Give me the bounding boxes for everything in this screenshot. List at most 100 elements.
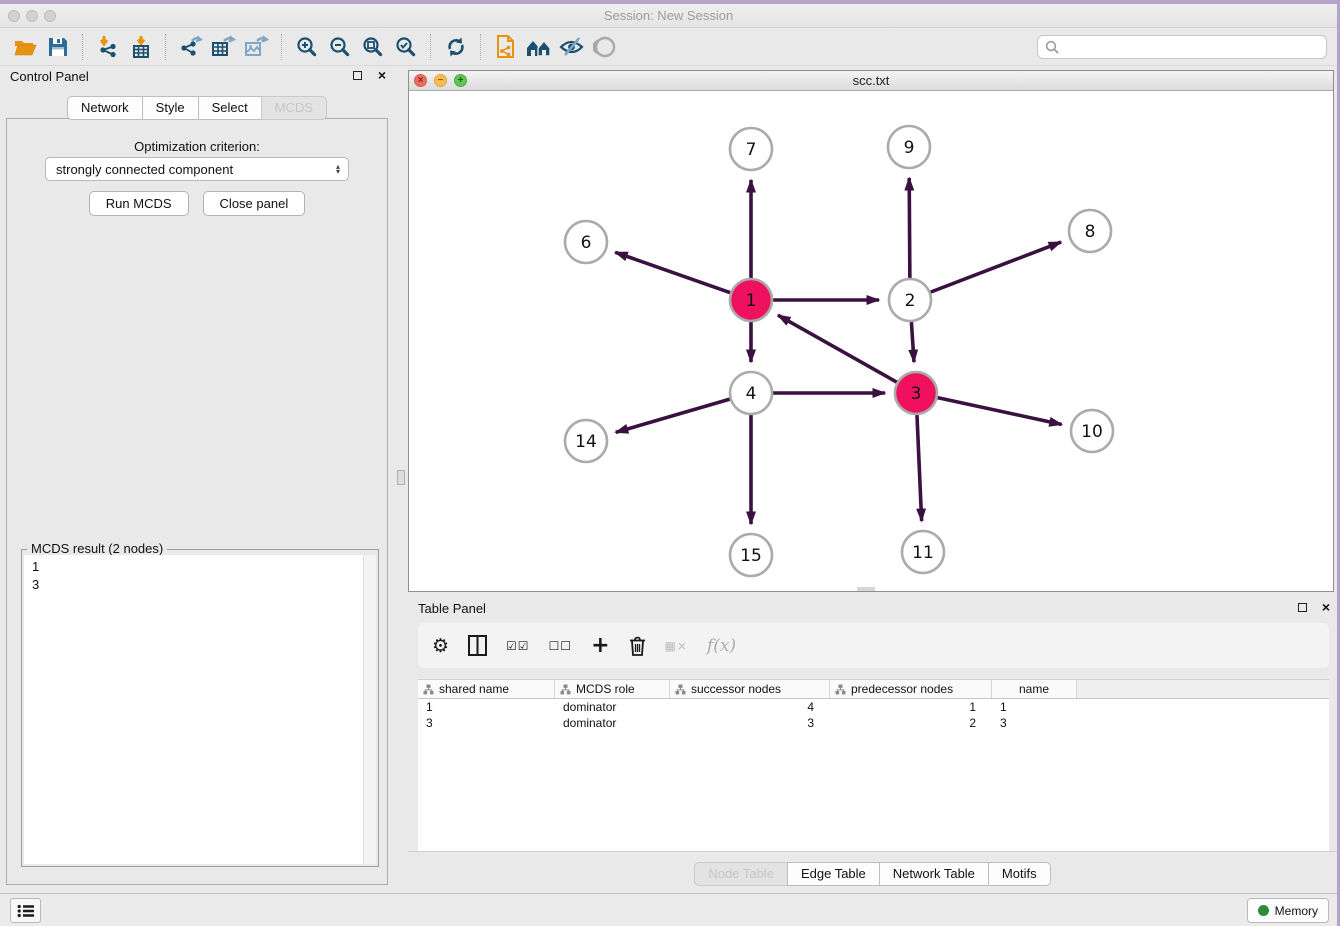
run-mcds-button[interactable]: Run MCDS xyxy=(89,191,189,216)
graph-node-3[interactable]: 3 xyxy=(895,372,937,414)
graph-node-4[interactable]: 4 xyxy=(730,372,772,414)
column-header-predecessor-nodes[interactable]: predecessor nodes xyxy=(830,680,992,698)
zoom-selected-icon[interactable] xyxy=(389,32,422,62)
close-panel-button[interactable]: Close panel xyxy=(203,191,306,216)
memory-button[interactable]: Memory xyxy=(1247,898,1329,923)
column-header-successor-nodes[interactable]: successor nodes xyxy=(670,680,830,698)
export-network-icon[interactable] xyxy=(174,32,207,62)
graph-node-14[interactable]: 14 xyxy=(565,420,607,462)
graph-edge-3-11[interactable] xyxy=(917,415,922,521)
canvas-resize-grip[interactable] xyxy=(857,587,875,591)
result-scrollbar[interactable] xyxy=(363,555,376,864)
add-column-icon[interactable]: + xyxy=(591,633,609,658)
vertical-splitter[interactable] xyxy=(394,64,408,893)
graph-edge-3-1[interactable] xyxy=(778,315,897,382)
close-table-panel-icon[interactable]: × xyxy=(1322,599,1330,615)
control-panel-title: Control Panel xyxy=(10,69,89,84)
table-settings-gear-icon[interactable]: ⚙ xyxy=(432,635,449,657)
export-table-icon[interactable] xyxy=(207,32,240,62)
select-all-icon[interactable]: ☑☑ xyxy=(506,639,530,653)
cell-successor-nodes[interactable]: 4 xyxy=(670,700,830,714)
minimize-view-icon[interactable]: − xyxy=(434,74,447,87)
cell-shared-name[interactable]: 3 xyxy=(418,716,555,730)
search-icon xyxy=(1045,40,1059,54)
hide-panel-icon[interactable] xyxy=(555,32,588,62)
mcds-panel-body: Optimization criterion: strongly connect… xyxy=(6,118,388,885)
graph-node-11[interactable]: 11 xyxy=(902,531,944,573)
optimization-criterion-select[interactable]: strongly connected component ▴▾ xyxy=(45,157,349,181)
result-line: 1 xyxy=(32,558,368,576)
zoom-fit-icon[interactable] xyxy=(356,32,389,62)
cell-name[interactable]: 1 xyxy=(992,700,1077,714)
network-canvas[interactable]: 7 9 6 8 1 2 4 3 14 10 15 11 xyxy=(409,91,1333,591)
float-table-panel-icon[interactable] xyxy=(1298,603,1307,612)
float-panel-icon[interactable] xyxy=(353,71,362,80)
maximize-window-icon[interactable] xyxy=(44,10,56,22)
graph-node-2[interactable]: 2 xyxy=(889,279,931,321)
cell-successor-nodes[interactable]: 3 xyxy=(670,716,830,730)
graph-edge-3-10[interactable] xyxy=(938,398,1062,425)
delete-trash-icon[interactable] xyxy=(629,636,646,656)
table-tab-node-table[interactable]: Node Table xyxy=(694,862,788,886)
preview-icon[interactable] xyxy=(588,32,621,62)
clone-network-icon[interactable] xyxy=(489,32,522,62)
graph-edge-4-14[interactable] xyxy=(616,399,730,432)
table-tab-edge-table[interactable]: Edge Table xyxy=(787,862,880,886)
import-table-icon[interactable] xyxy=(124,32,157,62)
save-session-icon[interactable] xyxy=(41,32,74,62)
column-header-name[interactable]: name xyxy=(992,680,1077,698)
mcds-result-textarea[interactable]: 13 xyxy=(24,555,376,864)
function-builder-icon[interactable]: f(x) xyxy=(707,636,736,656)
export-image-icon[interactable] xyxy=(240,32,273,62)
cell-shared-name[interactable]: 1 xyxy=(418,700,555,714)
svg-text:10: 10 xyxy=(1081,422,1103,442)
delete-table-icon[interactable]: ▦× xyxy=(665,639,688,653)
refresh-icon[interactable] xyxy=(439,32,472,62)
close-panel-icon[interactable]: × xyxy=(378,67,386,83)
maximize-view-icon[interactable]: + xyxy=(454,74,467,87)
tab-select[interactable]: Select xyxy=(198,96,262,120)
import-network-icon[interactable] xyxy=(91,32,124,62)
zoom-out-icon[interactable] xyxy=(323,32,356,62)
cell-mcds-role[interactable]: dominator xyxy=(555,716,670,730)
tab-network[interactable]: Network xyxy=(67,96,143,120)
column-header-mcds-role[interactable]: MCDS role xyxy=(555,680,670,698)
graph-edge-1-6[interactable] xyxy=(615,252,730,292)
column-header-shared-name[interactable]: shared name xyxy=(418,680,555,698)
search-field[interactable] xyxy=(1037,35,1327,59)
table-row[interactable]: 1dominator411 xyxy=(418,699,1329,715)
cell-predecessor-nodes[interactable]: 1 xyxy=(830,700,992,714)
graph-node-1[interactable]: 1 xyxy=(730,279,772,321)
graph-node-8[interactable]: 8 xyxy=(1069,210,1111,252)
splitter-grip[interactable] xyxy=(397,470,405,485)
graph-node-15[interactable]: 15 xyxy=(730,534,772,576)
column-layout-icon[interactable] xyxy=(468,635,487,656)
home-view-icon[interactable] xyxy=(522,32,555,62)
close-view-icon[interactable]: × xyxy=(414,74,427,87)
table-row[interactable]: 3dominator323 xyxy=(418,715,1329,731)
table-tab-motifs[interactable]: Motifs xyxy=(988,862,1051,886)
close-window-icon[interactable] xyxy=(8,10,20,22)
graph-node-7[interactable]: 7 xyxy=(730,128,772,170)
tree-column-icon xyxy=(423,684,434,695)
deselect-all-icon[interactable]: ☐☐ xyxy=(549,639,573,653)
cell-mcds-role[interactable]: dominator xyxy=(555,700,670,714)
tab-style[interactable]: Style xyxy=(142,96,199,120)
zoom-in-icon[interactable] xyxy=(290,32,323,62)
network-view-title: scc.txt xyxy=(409,71,1333,91)
cell-name[interactable]: 3 xyxy=(992,716,1077,730)
graph-node-10[interactable]: 10 xyxy=(1071,410,1113,452)
minimize-window-icon[interactable] xyxy=(26,10,38,22)
tree-column-icon xyxy=(560,684,571,695)
graph-node-9[interactable]: 9 xyxy=(888,126,930,168)
graph-edge-2-3[interactable] xyxy=(911,322,914,362)
graph-edge-2-8[interactable] xyxy=(931,242,1062,292)
open-session-icon[interactable] xyxy=(8,32,41,62)
table-tab-network-table[interactable]: Network Table xyxy=(879,862,989,886)
tab-mcds[interactable]: MCDS xyxy=(261,96,327,120)
graph-node-6[interactable]: 6 xyxy=(565,221,607,263)
search-input[interactable] xyxy=(1064,40,1326,54)
cell-predecessor-nodes[interactable]: 2 xyxy=(830,716,992,730)
task-history-button[interactable] xyxy=(10,898,41,923)
graph-edge-2-9[interactable] xyxy=(909,178,910,278)
